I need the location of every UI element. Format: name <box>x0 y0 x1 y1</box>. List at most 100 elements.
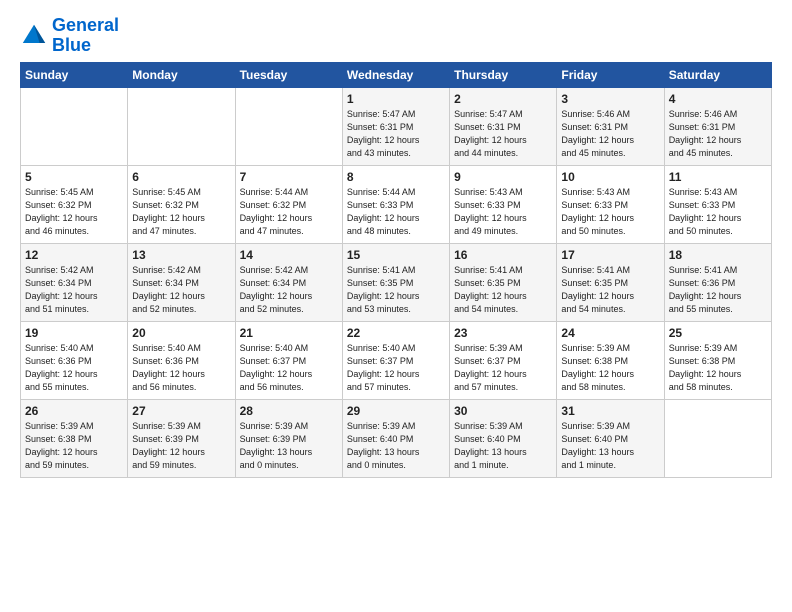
calendar-cell: 11 Sunrise: 5:43 AMSunset: 6:33 PMDayligh… <box>664 165 771 243</box>
calendar-cell: 24 Sunrise: 5:39 AMSunset: 6:38 PMDayligh… <box>557 321 664 399</box>
day-info: Sunrise: 5:44 AMSunset: 6:33 PMDaylight:… <box>347 186 445 238</box>
day-number: 21 <box>240 326 338 340</box>
calendar-cell: 31Sunrise: 5:39 AMSunset: 6:40 PMDayligh… <box>557 399 664 477</box>
calendar-cell: 1 Sunrise: 5:47 AMSunset: 6:31 PMDaylight… <box>342 87 449 165</box>
day-info: Sunrise: 5:39 AMSunset: 6:40 PMDaylight:… <box>347 420 445 472</box>
day-number: 8 <box>347 170 445 184</box>
day-number: 29 <box>347 404 445 418</box>
weekday-header-thursday: Thursday <box>450 62 557 87</box>
logo: General Blue <box>20 16 119 56</box>
weekday-header-tuesday: Tuesday <box>235 62 342 87</box>
logo-icon <box>20 22 48 50</box>
day-info: Sunrise: 5:39 AMSunset: 6:40 PMDaylight:… <box>561 420 659 472</box>
week-row-2: 5 Sunrise: 5:45 AMSunset: 6:32 PMDaylight… <box>21 165 772 243</box>
day-number: 28 <box>240 404 338 418</box>
calendar-cell: 27 Sunrise: 5:39 AMSunset: 6:39 PMDayligh… <box>128 399 235 477</box>
day-number: 2 <box>454 92 552 106</box>
calendar-cell: 30Sunrise: 5:39 AMSunset: 6:40 PMDayligh… <box>450 399 557 477</box>
day-number: 23 <box>454 326 552 340</box>
day-number: 20 <box>132 326 230 340</box>
day-info: Sunrise: 5:40 AMSunset: 6:37 PMDaylight:… <box>240 342 338 394</box>
day-number: 9 <box>454 170 552 184</box>
header: General Blue <box>20 16 772 56</box>
day-number: 25 <box>669 326 767 340</box>
logo-text: General Blue <box>52 16 119 56</box>
day-number: 13 <box>132 248 230 262</box>
calendar-cell <box>235 87 342 165</box>
calendar-cell: 2 Sunrise: 5:47 AMSunset: 6:31 PMDaylight… <box>450 87 557 165</box>
weekday-header-wednesday: Wednesday <box>342 62 449 87</box>
weekday-header-friday: Friday <box>557 62 664 87</box>
calendar-cell <box>128 87 235 165</box>
calendar-cell: 22 Sunrise: 5:40 AMSunset: 6:37 PMDayligh… <box>342 321 449 399</box>
weekday-header-sunday: Sunday <box>21 62 128 87</box>
calendar-cell: 23 Sunrise: 5:39 AMSunset: 6:37 PMDayligh… <box>450 321 557 399</box>
calendar-cell: 25Sunrise: 5:39 AMSunset: 6:38 PMDayligh… <box>664 321 771 399</box>
day-number: 22 <box>347 326 445 340</box>
calendar-cell: 28 Sunrise: 5:39 AMSunset: 6:39 PMDayligh… <box>235 399 342 477</box>
calendar-cell <box>21 87 128 165</box>
week-row-1: 1 Sunrise: 5:47 AMSunset: 6:31 PMDaylight… <box>21 87 772 165</box>
calendar-cell: 15Sunrise: 5:41 AMSunset: 6:35 PMDayligh… <box>342 243 449 321</box>
day-info: Sunrise: 5:47 AMSunset: 6:31 PMDaylight:… <box>347 108 445 160</box>
day-info: Sunrise: 5:43 AMSunset: 6:33 PMDaylight:… <box>561 186 659 238</box>
calendar-cell: 12 Sunrise: 5:42 AMSunset: 6:34 PMDayligh… <box>21 243 128 321</box>
day-info: Sunrise: 5:40 AMSunset: 6:36 PMDaylight:… <box>25 342 123 394</box>
day-info: Sunrise: 5:42 AMSunset: 6:34 PMDaylight:… <box>132 264 230 316</box>
day-info: Sunrise: 5:42 AMSunset: 6:34 PMDaylight:… <box>240 264 338 316</box>
day-info: Sunrise: 5:42 AMSunset: 6:34 PMDaylight:… <box>25 264 123 316</box>
day-number: 1 <box>347 92 445 106</box>
day-number: 12 <box>25 248 123 262</box>
weekday-header-row: SundayMondayTuesdayWednesdayThursdayFrid… <box>21 62 772 87</box>
calendar-cell: 3Sunrise: 5:46 AMSunset: 6:31 PMDaylight… <box>557 87 664 165</box>
calendar-cell: 5 Sunrise: 5:45 AMSunset: 6:32 PMDaylight… <box>21 165 128 243</box>
calendar-cell: 20 Sunrise: 5:40 AMSunset: 6:36 PMDayligh… <box>128 321 235 399</box>
calendar-cell: 26Sunrise: 5:39 AMSunset: 6:38 PMDayligh… <box>21 399 128 477</box>
calendar-cell: 21 Sunrise: 5:40 AMSunset: 6:37 PMDayligh… <box>235 321 342 399</box>
day-number: 17 <box>561 248 659 262</box>
calendar-cell: 29 Sunrise: 5:39 AMSunset: 6:40 PMDayligh… <box>342 399 449 477</box>
calendar-cell: 14Sunrise: 5:42 AMSunset: 6:34 PMDayligh… <box>235 243 342 321</box>
day-info: Sunrise: 5:45 AMSunset: 6:32 PMDaylight:… <box>25 186 123 238</box>
day-info: Sunrise: 5:39 AMSunset: 6:39 PMDaylight:… <box>132 420 230 472</box>
day-number: 5 <box>25 170 123 184</box>
calendar-cell <box>664 399 771 477</box>
day-info: Sunrise: 5:39 AMSunset: 6:38 PMDaylight:… <box>561 342 659 394</box>
day-info: Sunrise: 5:43 AMSunset: 6:33 PMDaylight:… <box>454 186 552 238</box>
day-number: 24 <box>561 326 659 340</box>
day-info: Sunrise: 5:41 AMSunset: 6:35 PMDaylight:… <box>347 264 445 316</box>
day-number: 16 <box>454 248 552 262</box>
day-info: Sunrise: 5:41 AMSunset: 6:35 PMDaylight:… <box>561 264 659 316</box>
day-info: Sunrise: 5:41 AMSunset: 6:36 PMDaylight:… <box>669 264 767 316</box>
day-number: 18 <box>669 248 767 262</box>
weekday-header-monday: Monday <box>128 62 235 87</box>
day-number: 26 <box>25 404 123 418</box>
day-number: 27 <box>132 404 230 418</box>
day-number: 11 <box>669 170 767 184</box>
day-number: 19 <box>25 326 123 340</box>
calendar-cell: 17 Sunrise: 5:41 AMSunset: 6:35 PMDayligh… <box>557 243 664 321</box>
day-info: Sunrise: 5:45 AMSunset: 6:32 PMDaylight:… <box>132 186 230 238</box>
calendar-cell: 9 Sunrise: 5:43 AMSunset: 6:33 PMDaylight… <box>450 165 557 243</box>
calendar-cell: 18 Sunrise: 5:41 AMSunset: 6:36 PMDayligh… <box>664 243 771 321</box>
day-info: Sunrise: 5:40 AMSunset: 6:36 PMDaylight:… <box>132 342 230 394</box>
week-row-4: 19 Sunrise: 5:40 AMSunset: 6:36 PMDayligh… <box>21 321 772 399</box>
day-info: Sunrise: 5:46 AMSunset: 6:31 PMDaylight:… <box>561 108 659 160</box>
day-number: 10 <box>561 170 659 184</box>
day-info: Sunrise: 5:40 AMSunset: 6:37 PMDaylight:… <box>347 342 445 394</box>
day-info: Sunrise: 5:44 AMSunset: 6:32 PMDaylight:… <box>240 186 338 238</box>
calendar-cell: 10 Sunrise: 5:43 AMSunset: 6:33 PMDayligh… <box>557 165 664 243</box>
calendar-table: SundayMondayTuesdayWednesdayThursdayFrid… <box>20 62 772 478</box>
calendar-cell: 16Sunrise: 5:41 AMSunset: 6:35 PMDayligh… <box>450 243 557 321</box>
day-info: Sunrise: 5:39 AMSunset: 6:37 PMDaylight:… <box>454 342 552 394</box>
page-container: General Blue SundayMondayTuesdayWednesda… <box>0 0 792 488</box>
day-number: 30 <box>454 404 552 418</box>
day-number: 6 <box>132 170 230 184</box>
day-number: 7 <box>240 170 338 184</box>
weekday-header-saturday: Saturday <box>664 62 771 87</box>
day-info: Sunrise: 5:43 AMSunset: 6:33 PMDaylight:… <box>669 186 767 238</box>
calendar-cell: 7 Sunrise: 5:44 AMSunset: 6:32 PMDaylight… <box>235 165 342 243</box>
day-info: Sunrise: 5:47 AMSunset: 6:31 PMDaylight:… <box>454 108 552 160</box>
week-row-5: 26Sunrise: 5:39 AMSunset: 6:38 PMDayligh… <box>21 399 772 477</box>
day-info: Sunrise: 5:39 AMSunset: 6:39 PMDaylight:… <box>240 420 338 472</box>
